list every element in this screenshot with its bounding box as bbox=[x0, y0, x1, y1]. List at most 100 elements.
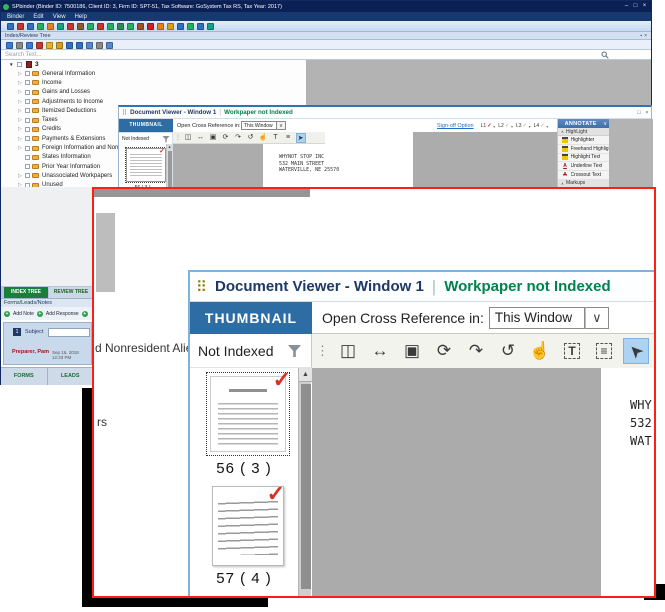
pointer-select-icon[interactable]: ➤ bbox=[623, 338, 649, 364]
main-toolbar-icon[interactable] bbox=[156, 22, 164, 30]
tab-forms[interactable]: FORMS bbox=[1, 368, 48, 385]
annotate-header[interactable]: ANNOTATE ∨ bbox=[558, 119, 609, 128]
rotate-180-icon[interactable]: ↷ bbox=[233, 133, 243, 143]
checkbox[interactable] bbox=[25, 136, 30, 142]
main-toolbar-icon[interactable] bbox=[46, 22, 54, 30]
annotate-tool-underline-text[interactable]: A Underline Text bbox=[558, 162, 609, 172]
annotate-tool-highlighter[interactable]: Highlighter bbox=[558, 136, 609, 145]
dropdown-arrow-icon[interactable]: ▾ bbox=[511, 124, 513, 129]
checkbox[interactable] bbox=[25, 145, 30, 151]
tree-item-income[interactable]: ▷ Income bbox=[1, 78, 306, 87]
select-text-icon[interactable]: T bbox=[559, 338, 585, 364]
open-document-icon[interactable]: ◫ bbox=[183, 133, 193, 143]
close-icon[interactable]: × bbox=[640, 2, 649, 11]
tab-review-tree[interactable]: REVIEW TREE bbox=[49, 287, 93, 298]
select-lines-icon[interactable]: ≡ bbox=[283, 133, 293, 143]
fit-page-icon[interactable]: ▣ bbox=[399, 338, 425, 364]
thumbnail-tab[interactable]: THUMBNAIL bbox=[119, 119, 173, 132]
filter-funnel-icon[interactable] bbox=[287, 343, 303, 359]
main-toolbar-icon[interactable] bbox=[196, 22, 204, 30]
dropdown-arrow-icon[interactable]: ▾ bbox=[529, 124, 531, 129]
cross-reference-select[interactable]: This Window bbox=[241, 121, 277, 130]
signoff-l1[interactable]: L1 ✓ ▾ bbox=[481, 123, 496, 129]
fit-width-icon[interactable]: ↔ bbox=[367, 338, 393, 364]
open-document-icon[interactable]: ◫ bbox=[335, 338, 361, 364]
checkbox[interactable] bbox=[25, 99, 30, 105]
tree-item-general-information[interactable]: ▷ General Information bbox=[1, 69, 306, 78]
annotate-tool-freehand-highlighter[interactable]: Freehand Highlighter bbox=[558, 144, 609, 154]
tree-root-item[interactable]: ▾ 3 bbox=[1, 60, 306, 69]
main-toolbar-icon[interactable] bbox=[186, 22, 194, 30]
main-toolbar-icon[interactable] bbox=[66, 22, 74, 30]
note-card[interactable]: 1 Subject Preparer, Pam Sep 16, 2018 12:… bbox=[3, 322, 92, 365]
main-toolbar-icon[interactable] bbox=[206, 22, 214, 30]
fit-width-icon[interactable]: ↔ bbox=[196, 133, 206, 143]
expand-arrow-icon[interactable]: ▷ bbox=[18, 126, 25, 132]
checkbox[interactable] bbox=[25, 117, 30, 123]
pan-hand-icon[interactable]: ☝ bbox=[258, 133, 268, 143]
search-bar[interactable]: Search Text... bbox=[1, 50, 651, 60]
main-toolbar-icon[interactable] bbox=[96, 22, 104, 30]
tree-toolbar-icon[interactable] bbox=[5, 41, 13, 49]
expand-arrow-icon[interactable]: ▷ bbox=[18, 173, 25, 179]
expand-arrow-icon[interactable]: ▷ bbox=[18, 80, 25, 86]
tree-toolbar-icon[interactable] bbox=[85, 41, 93, 49]
tree-toolbar-icon[interactable] bbox=[25, 41, 33, 49]
tree-toolbar-icon[interactable] bbox=[55, 41, 63, 49]
expand-arrow-icon[interactable]: ▷ bbox=[18, 145, 25, 151]
tab-leads[interactable]: LEADS bbox=[48, 368, 94, 385]
add-note-icon[interactable]: + bbox=[4, 310, 10, 317]
expand-arrow-icon[interactable]: ▷ bbox=[18, 136, 25, 142]
main-toolbar-icon[interactable] bbox=[16, 22, 24, 30]
thumbnail-page-56[interactable]: ✓ bbox=[206, 367, 291, 456]
scrollbar-thumb[interactable] bbox=[300, 384, 311, 589]
signoff-option-link[interactable]: Sign-off Option bbox=[437, 123, 474, 129]
main-titlebar[interactable]: SPbinder (Binder ID: 7500186, Client ID:… bbox=[1, 1, 651, 12]
tree-toolbar-icon[interactable] bbox=[65, 41, 73, 49]
add-note-button[interactable]: Add Note bbox=[13, 311, 34, 317]
search-input[interactable]: Search Text... bbox=[5, 52, 601, 58]
expand-arrow-icon[interactable]: ▷ bbox=[18, 71, 25, 77]
annotate-tool-highlight-text[interactable]: Highlight Text bbox=[558, 153, 609, 163]
main-toolbar-icon[interactable] bbox=[106, 22, 114, 30]
main-toolbar-icon[interactable] bbox=[26, 22, 34, 30]
thumbnail-page-57[interactable]: ✓ bbox=[212, 481, 285, 566]
main-toolbar-icon[interactable] bbox=[36, 22, 44, 30]
close-icon[interactable]: × bbox=[644, 33, 647, 39]
checkbox[interactable] bbox=[25, 89, 30, 95]
tree-toolbar-icon[interactable] bbox=[45, 41, 53, 49]
menu-edit[interactable]: Edit bbox=[33, 14, 43, 20]
checkbox[interactable] bbox=[25, 164, 30, 170]
subject-input[interactable] bbox=[48, 327, 90, 337]
chevron-down-icon[interactable]: ∨ bbox=[584, 306, 609, 329]
filter-bar[interactable]: Not Indexed bbox=[190, 334, 312, 368]
cross-reference-select[interactable]: This Window bbox=[488, 306, 585, 329]
checkbox[interactable] bbox=[25, 173, 30, 179]
main-toolbar-icon[interactable] bbox=[166, 22, 174, 30]
scroll-up-icon[interactable]: ▲ bbox=[167, 144, 172, 150]
checkbox[interactable] bbox=[25, 154, 30, 160]
main-toolbar-icon[interactable] bbox=[126, 22, 134, 30]
collapse-arrow-icon[interactable]: ▾ bbox=[10, 62, 17, 68]
expand-arrow-icon[interactable]: ▷ bbox=[18, 99, 25, 105]
main-toolbar-icon[interactable] bbox=[146, 22, 154, 30]
main-toolbar-icon[interactable] bbox=[136, 22, 144, 30]
drag-grip-icon[interactable]: ⠿ bbox=[196, 278, 207, 296]
restore-icon[interactable]: □ bbox=[635, 110, 643, 116]
checkbox[interactable] bbox=[25, 71, 30, 77]
chevron-down-icon[interactable]: ∨ bbox=[277, 121, 286, 130]
scrollbar-thumb[interactable] bbox=[168, 151, 172, 191]
fit-page-icon[interactable]: ▣ bbox=[208, 133, 218, 143]
expand-arrow-icon[interactable]: ▷ bbox=[18, 108, 25, 114]
main-toolbar-icon[interactable] bbox=[56, 22, 64, 30]
main-toolbar-icon[interactable] bbox=[116, 22, 124, 30]
signoff-l2[interactable]: L2 ✓ ▾ bbox=[498, 123, 513, 129]
search-icon[interactable] bbox=[601, 51, 609, 59]
checkbox[interactable] bbox=[25, 80, 30, 86]
minimize-icon[interactable]: – bbox=[622, 2, 631, 11]
annotate-section-highlight[interactable]: ∧ HighLight bbox=[558, 128, 609, 136]
select-lines-icon[interactable]: ≡ bbox=[591, 338, 617, 364]
annotate-tool-crossout-text[interactable]: A Crossout Text bbox=[558, 171, 609, 180]
close-icon[interactable]: × bbox=[643, 110, 651, 116]
signoff-l4[interactable]: L4 ✓ ▾ bbox=[534, 123, 549, 129]
